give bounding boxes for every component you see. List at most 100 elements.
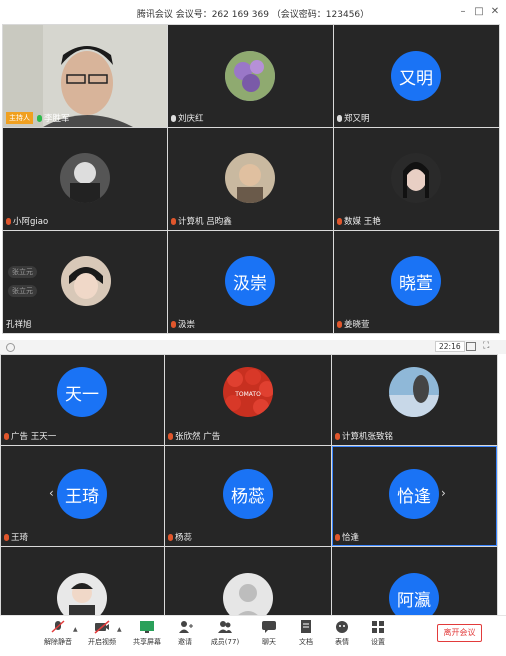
participant-avatar — [61, 256, 111, 306]
top-video-grid: 主持人 李胜军 刘庆红 又明 郑又明 小阿giao 计算机 吕昀鑫 数媒 王艳 … — [2, 24, 500, 334]
host-badge: 主持人 — [6, 112, 33, 124]
participant-name: 孔祥旭 — [6, 320, 32, 330]
close-icon[interactable]: ✕ — [488, 5, 502, 19]
video-tile[interactable]: 刘庆红 — [168, 25, 333, 127]
window-titlebar: 腾讯会议 会议号：262 169 369 （会议密码：123456） – □ ✕ — [0, 0, 506, 24]
participant-avatar: 汲崇 — [225, 256, 275, 306]
video-tile[interactable] — [165, 547, 331, 615]
participant-name: 郑又明 — [344, 114, 370, 124]
status-icon — [6, 343, 15, 352]
participant-name: 张欣然 广告 — [175, 432, 221, 442]
video-tile[interactable]: 汲崇 汲崇 — [168, 231, 333, 333]
tile-label: 刘庆红 — [171, 112, 204, 124]
toolbar-label: 解除静音 — [44, 638, 72, 646]
participant-name: 汲崇 — [178, 320, 196, 330]
tile-label: 杨蕊 — [168, 531, 192, 543]
chat-button[interactable]: 聊天 — [249, 620, 289, 647]
next-page-icon[interactable]: › — [441, 486, 446, 500]
toolbar-label: 成员(77) — [210, 638, 240, 646]
mic-icon — [337, 114, 342, 122]
video-tile-active-speaker[interactable]: 恰逢 › 恰逢 — [332, 446, 497, 546]
tile-label: 王琦 — [4, 531, 28, 543]
unmute-button[interactable]: 解除静音 — [38, 620, 78, 647]
participant-name: 王琦 — [11, 533, 29, 543]
screen-share-icon — [139, 620, 155, 634]
chat-icon — [261, 620, 277, 634]
tile-label: 小阿giao — [6, 215, 48, 227]
layout-icon[interactable] — [466, 342, 476, 351]
mic-muted-icon — [171, 217, 176, 225]
mic-muted-icon — [335, 533, 340, 541]
toolbar-label: 聊天 — [262, 638, 276, 646]
chip: 张立元 — [8, 266, 37, 278]
video-tile[interactable]: 阿瀛 — [332, 547, 497, 615]
video-tile[interactable]: 王琦 ‹ 王琦 — [1, 446, 164, 546]
emoji-button[interactable]: 表情 — [322, 620, 362, 647]
video-tile[interactable] — [1, 547, 164, 615]
participant-avatar: 恰逢 — [389, 469, 439, 519]
invite-button[interactable]: 邀请 — [165, 620, 205, 647]
mic-icon — [171, 114, 176, 122]
start-video-button[interactable]: 开启视频 — [82, 620, 122, 647]
chevron-up-icon[interactable]: ▲ — [73, 626, 78, 633]
video-tile[interactable]: 计算机张致铭 — [332, 355, 497, 445]
share-screen-button[interactable]: 共享屏幕 — [127, 620, 167, 647]
participant-avatar — [391, 153, 441, 203]
mic-muted-icon — [168, 432, 173, 440]
chip: 张立元 — [8, 285, 37, 297]
mic-muted-icon — [4, 432, 9, 440]
meeting-toolbar: 解除静音 ▲ 开启视频 ▲ 共享屏幕 邀请 成员(77) 聊天 文档 表情 设置… — [0, 615, 506, 656]
settings-button[interactable]: 设置 — [358, 620, 398, 647]
mic-muted-icon — [171, 320, 176, 328]
mic-muted-icon — [337, 217, 342, 225]
photo-text: TOMATO — [234, 391, 261, 398]
participant-name: 杨蕊 — [175, 533, 193, 543]
mic-icon — [37, 114, 42, 122]
video-tile-host[interactable]: 主持人 李胜军 — [3, 25, 167, 127]
document-button[interactable]: 文档 — [286, 620, 326, 647]
participant-avatar: TOMATO — [223, 367, 273, 417]
participant-avatar: 杨蕊 — [223, 469, 273, 519]
participant-avatar: 又明 — [391, 51, 441, 101]
document-icon — [298, 620, 314, 634]
video-tile[interactable]: TOMATO 张欣然 广告 — [165, 355, 331, 445]
fullscreen-icon[interactable]: ⛶ — [483, 341, 489, 351]
minimize-icon[interactable]: – — [456, 5, 470, 19]
prev-page-icon[interactable]: ‹ — [49, 486, 54, 500]
video-tile[interactable]: 又明 郑又明 — [334, 25, 499, 127]
default-avatar-icon — [223, 573, 273, 615]
participant-avatar: 阿瀛 — [389, 573, 439, 615]
bottom-video-grid: 天一 广告 王天一 TOMATO 张欣然 广告 计算机张致铭 王琦 ‹ 王琦 杨… — [0, 354, 498, 615]
participant-name: 李胜军 — [44, 114, 70, 124]
participant-name: 刘庆红 — [178, 114, 204, 124]
tile-label: 主持人 李胜军 — [6, 112, 70, 124]
video-tile[interactable]: 小阿giao — [3, 128, 167, 230]
leave-meeting-button[interactable]: 离开会议 — [437, 624, 482, 642]
toolbar-label: 文档 — [299, 638, 313, 646]
toolbar-label: 表情 — [335, 638, 349, 646]
members-button[interactable]: 成员(77) — [205, 620, 245, 647]
video-tile[interactable]: 晓萱 姜晓萱 — [334, 231, 499, 333]
video-tile[interactable]: 计算机 吕昀鑫 — [168, 128, 333, 230]
chevron-up-icon[interactable]: ▲ — [117, 626, 122, 633]
video-tile[interactable]: 张立元 张立元 孔祥旭 — [3, 231, 167, 333]
participant-name: 恰逢 — [342, 533, 360, 543]
mic-muted-icon — [335, 432, 340, 440]
tile-label: 张欣然 广告 — [168, 430, 220, 442]
video-tile[interactable]: 数媒 王艳 — [334, 128, 499, 230]
toolbar-label: 设置 — [371, 638, 385, 646]
tile-label: 郑又明 — [337, 112, 370, 124]
settings-icon — [370, 620, 386, 634]
participant-avatar — [57, 573, 107, 615]
tile-label: 汲崇 — [171, 318, 195, 330]
participant-avatar — [225, 51, 275, 101]
tile-label: 恰逢 — [335, 531, 359, 543]
window-title: 腾讯会议 会议号：262 169 369 （会议密码：123456） — [136, 10, 370, 20]
invite-icon — [177, 620, 193, 634]
participant-name: 姜晓萱 — [344, 320, 370, 330]
participant-avatar: 天一 — [57, 367, 107, 417]
participant-name: 数媒 王艳 — [344, 217, 381, 227]
video-tile[interactable]: 杨蕊 杨蕊 — [165, 446, 331, 546]
maximize-icon[interactable]: □ — [472, 5, 486, 19]
video-tile[interactable]: 天一 广告 王天一 — [1, 355, 164, 445]
